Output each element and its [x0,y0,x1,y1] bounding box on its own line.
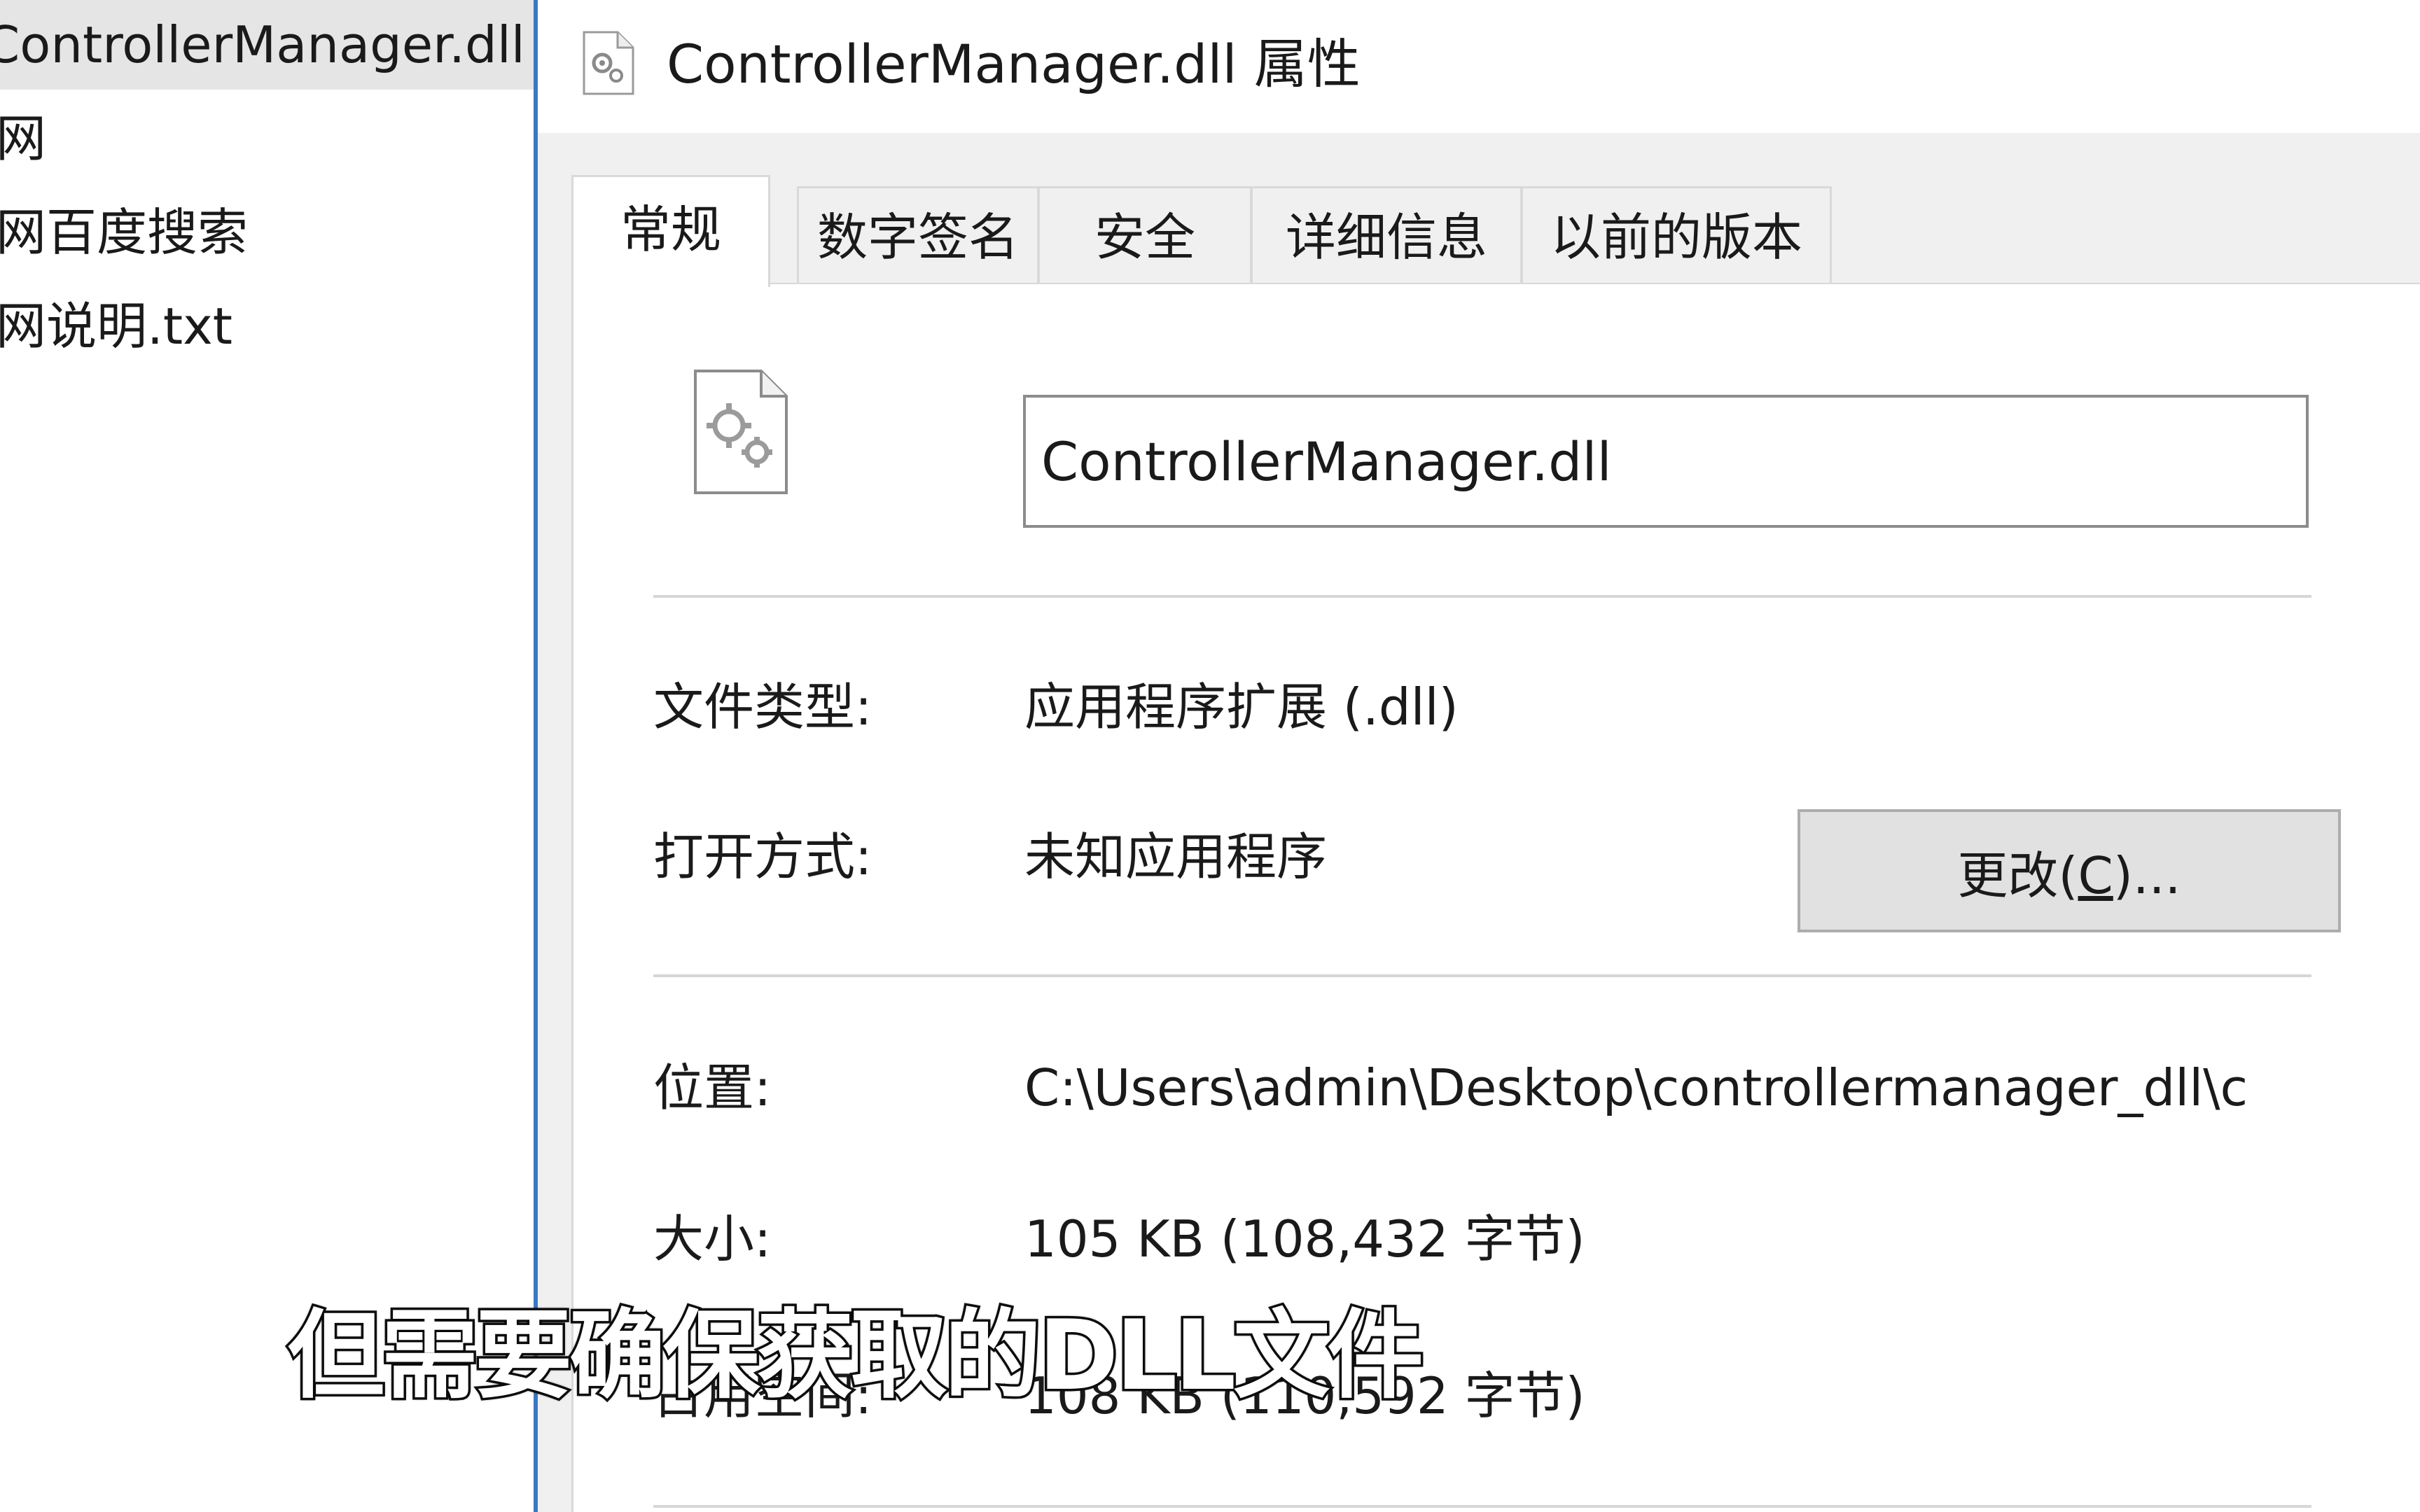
location-label: 位置: [653,1058,772,1117]
properties-dialog: ControllerManager.dll 属性 常规 数字签名 安全 详细信息… [538,0,2420,1512]
file-name-field[interactable] [1023,395,2309,528]
file-list-item[interactable]: 网百度搜索 [0,188,534,277]
change-button[interactable]: 更改(C)... [1797,809,2341,932]
dll-file-icon [583,31,634,95]
divider [653,1505,2311,1508]
file-type-label: 文件类型: [653,678,872,736]
tab-general[interactable]: 常规 [571,175,770,287]
file-list-item-controllermanager[interactable]: ControllerManager.dll [0,0,534,90]
file-list-item-label: ControllerManager.dll [0,15,525,74]
file-list-item-label: 网 [0,109,47,168]
tab-details[interactable]: 详细信息 [1251,186,1522,284]
open-with-label: 打开方式: [653,827,872,886]
divider [653,595,2311,598]
change-button-text: 更改 [1957,846,2059,905]
dialog-title: ControllerManager.dll 属性 [667,33,1361,95]
size-on-disk-value: 108 KB (110,592 字节) [1024,1366,1585,1425]
tab-security[interactable]: 安全 [1038,186,1252,284]
size-on-disk-label: 占用空间: [653,1366,872,1425]
location-value: C:\Users\admin\Desktop\controllermanager… [1024,1058,2248,1117]
tab-previous-versions[interactable]: 以前的版本 [1521,186,1832,284]
change-button-suffix: )... [2113,846,2181,905]
dll-gear-file-icon [694,370,788,494]
dialog-titlebar[interactable]: ControllerManager.dll 属性 [538,0,2420,133]
general-tab-panel: 文件类型: 应用程序扩展 (.dll) 打开方式: 未知应用程序 更改(C)..… [571,284,2420,1512]
size-label: 大小: [653,1210,772,1268]
tab-digital-signatures[interactable]: 数字签名 [797,186,1039,284]
change-button-paren: ( [2058,846,2078,905]
change-button-mnemonic: C [2078,846,2113,905]
file-type-value: 应用程序扩展 (.dll) [1024,678,1459,736]
file-explorer-pane: ControllerManager.dll 网 网百度搜索 网说明.txt [0,0,534,1512]
open-with-value: 未知应用程序 [1024,827,1328,886]
file-list-item-label: 网百度搜索 [0,203,249,262]
divider [653,974,2311,977]
file-list-item[interactable]: 网说明.txt [0,281,534,371]
file-list-item[interactable]: 网 [0,94,534,183]
size-value: 105 KB (108,432 字节) [1024,1210,1585,1268]
file-list-item-label: 网说明.txt [0,297,232,356]
